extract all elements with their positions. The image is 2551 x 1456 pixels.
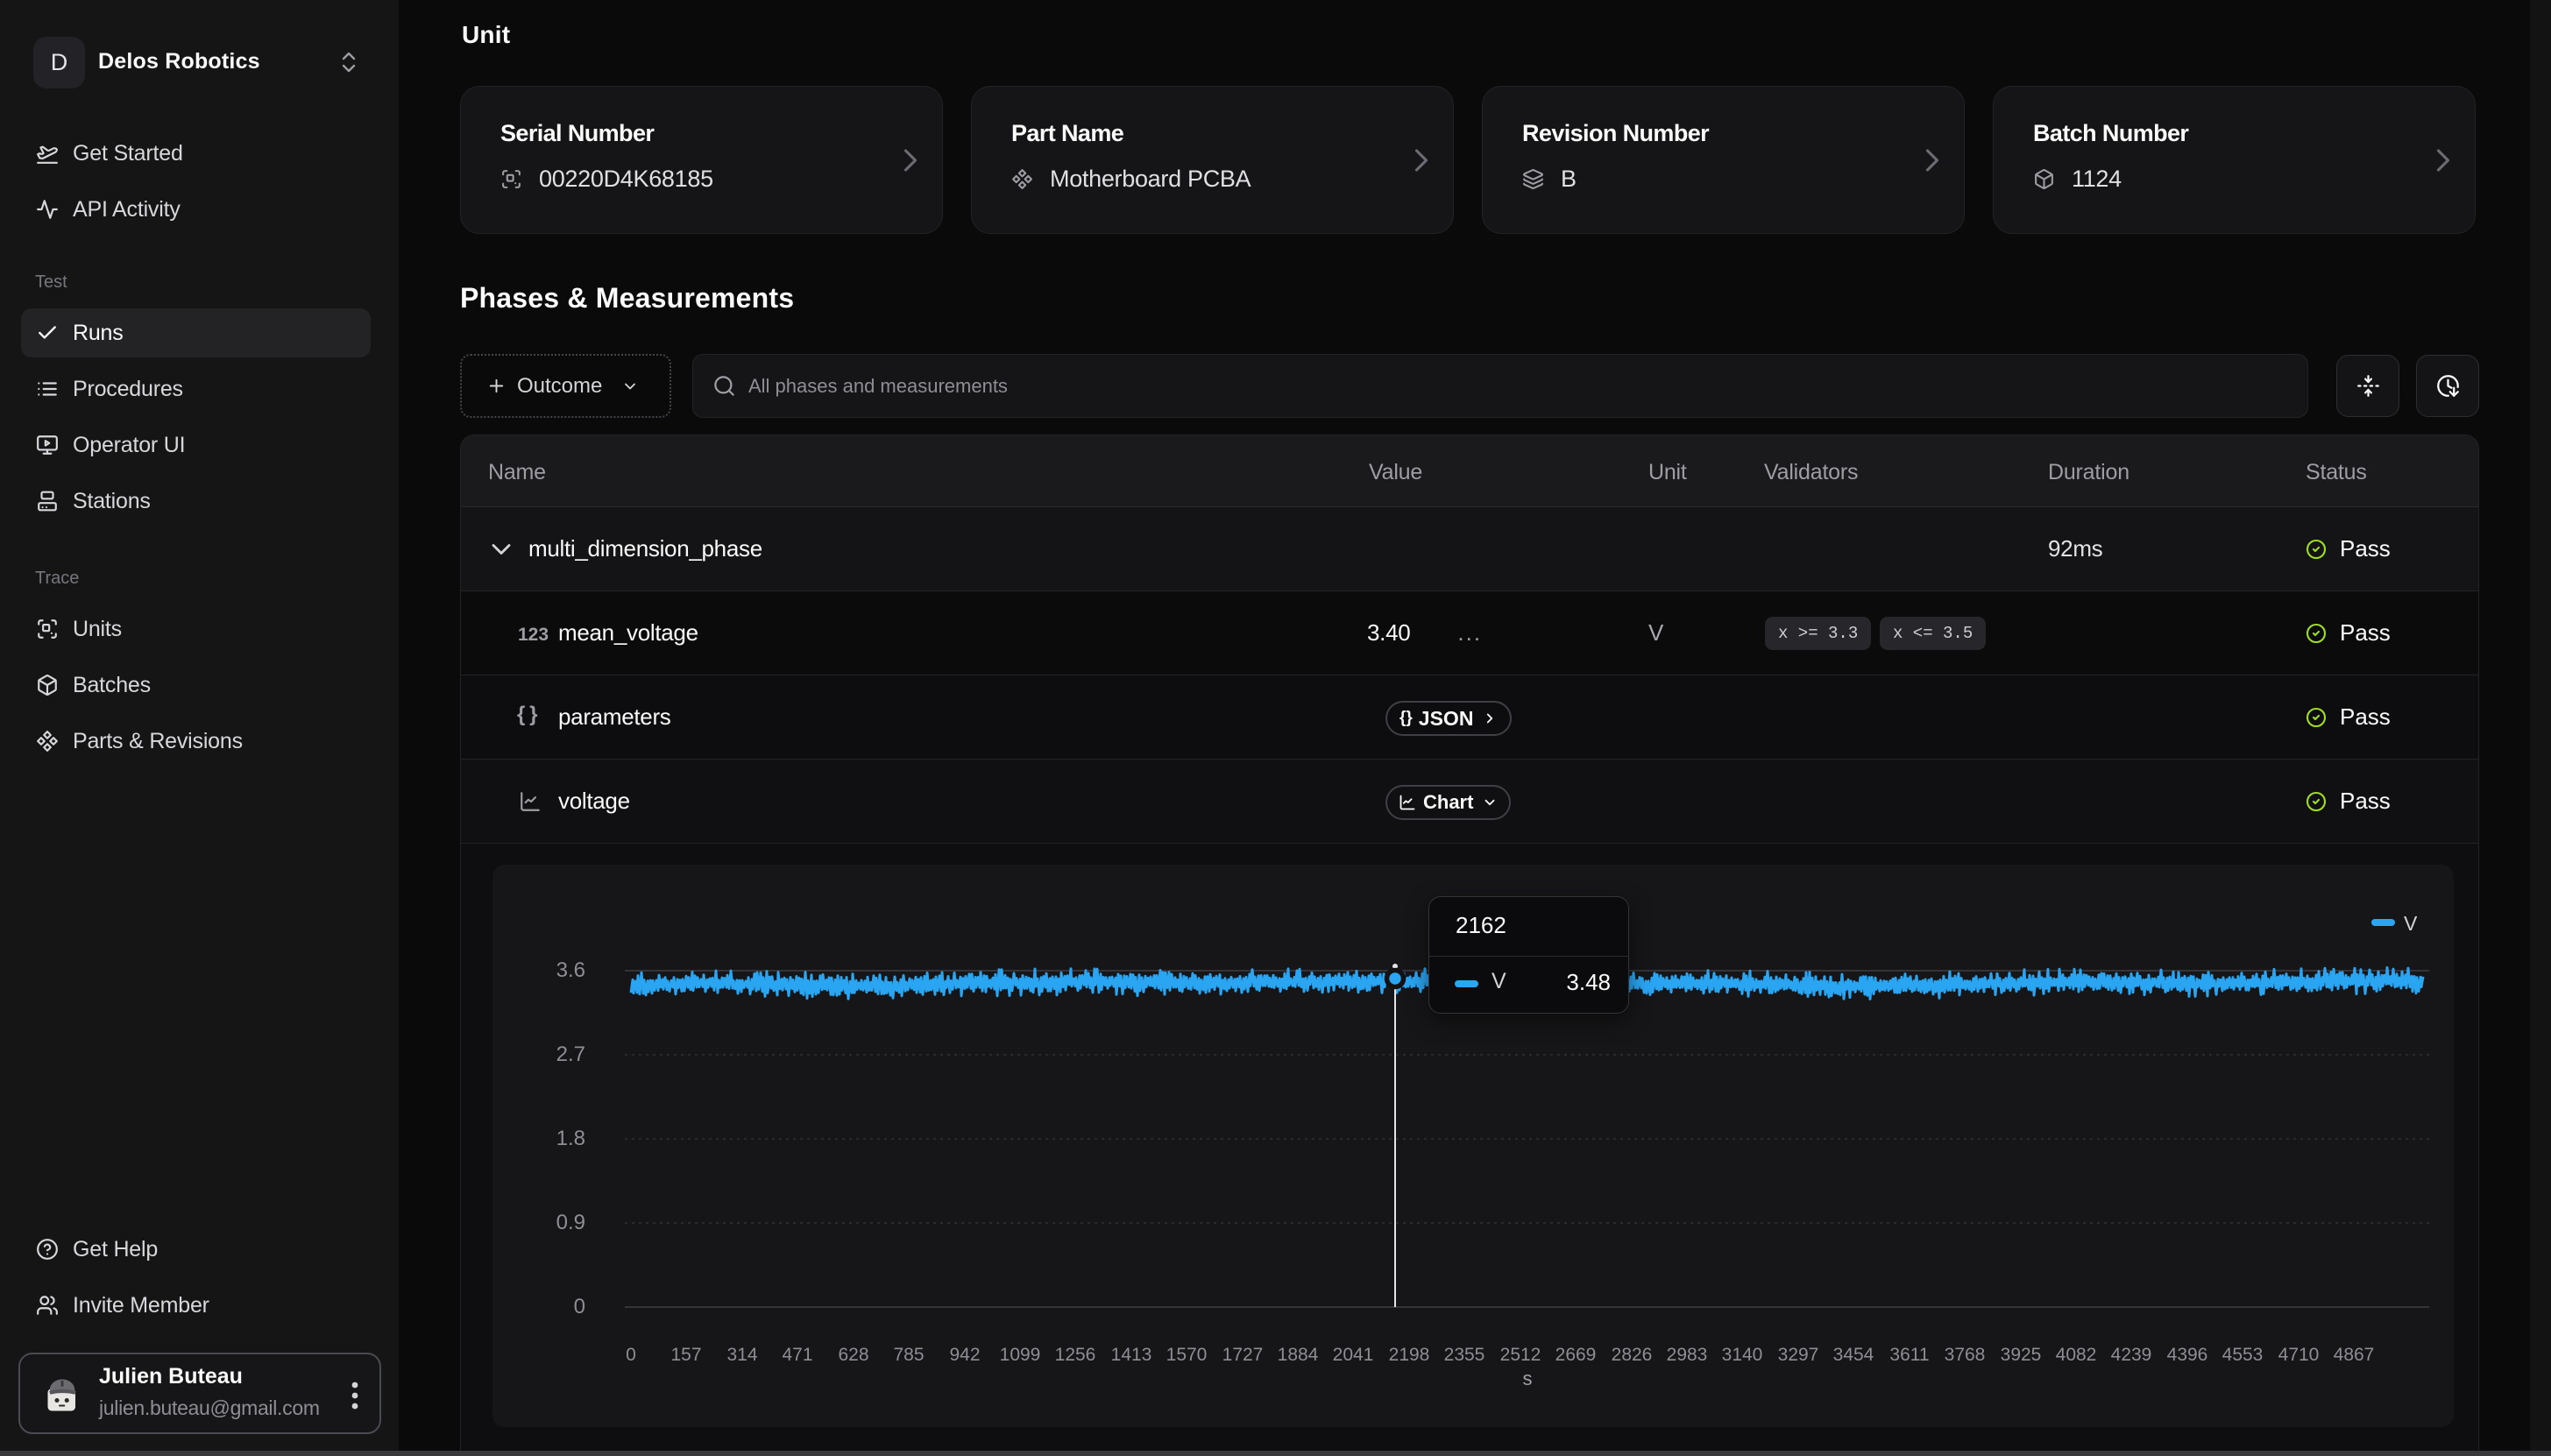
- svg-text:4239: 4239: [2111, 1345, 2152, 1365]
- svg-text:0.9: 0.9: [556, 1211, 585, 1234]
- svg-text:2983: 2983: [1667, 1345, 1708, 1365]
- svg-text:942: 942: [949, 1345, 980, 1365]
- svg-text:0: 0: [626, 1345, 636, 1365]
- svg-text:2198: 2198: [1389, 1345, 1430, 1365]
- svg-text:4710: 4710: [2278, 1345, 2320, 1365]
- svg-text:0: 0: [574, 1295, 585, 1318]
- svg-text:1099: 1099: [1000, 1345, 1041, 1365]
- svg-text:785: 785: [893, 1345, 924, 1365]
- svg-text:3925: 3925: [2001, 1345, 2042, 1365]
- svg-text:628: 628: [838, 1345, 868, 1365]
- svg-text:2826: 2826: [1612, 1345, 1653, 1365]
- svg-text:3.6: 3.6: [556, 958, 585, 982]
- svg-text:4396: 4396: [2167, 1345, 2208, 1365]
- svg-text:3454: 3454: [1833, 1345, 1874, 1365]
- svg-text:2669: 2669: [1555, 1345, 1597, 1365]
- svg-text:314: 314: [726, 1345, 757, 1365]
- svg-text:1570: 1570: [1166, 1345, 1208, 1365]
- svg-text:2041: 2041: [1333, 1345, 1374, 1365]
- svg-text:157: 157: [670, 1345, 701, 1365]
- svg-text:1.8: 1.8: [556, 1127, 585, 1150]
- svg-text:2.7: 2.7: [556, 1043, 585, 1066]
- svg-text:4867: 4867: [2334, 1345, 2375, 1365]
- svg-text:3611: 3611: [1889, 1345, 1929, 1365]
- svg-text:1256: 1256: [1055, 1345, 1096, 1365]
- svg-text:s: s: [1523, 1368, 1533, 1389]
- svg-text:471: 471: [782, 1345, 812, 1365]
- svg-text:2512: 2512: [1500, 1345, 1541, 1365]
- svg-text:1884: 1884: [1278, 1345, 1319, 1365]
- svg-text:3297: 3297: [1778, 1345, 1819, 1365]
- svg-text:4553: 4553: [2222, 1345, 2264, 1365]
- svg-text:3140: 3140: [1722, 1345, 1763, 1365]
- svg-text:1727: 1727: [1222, 1345, 1264, 1365]
- svg-text:V: V: [2404, 912, 2418, 935]
- svg-text:2355: 2355: [1444, 1345, 1485, 1365]
- svg-text:1413: 1413: [1111, 1345, 1152, 1365]
- svg-text:3768: 3768: [1945, 1345, 1986, 1365]
- svg-text:4082: 4082: [2056, 1345, 2097, 1365]
